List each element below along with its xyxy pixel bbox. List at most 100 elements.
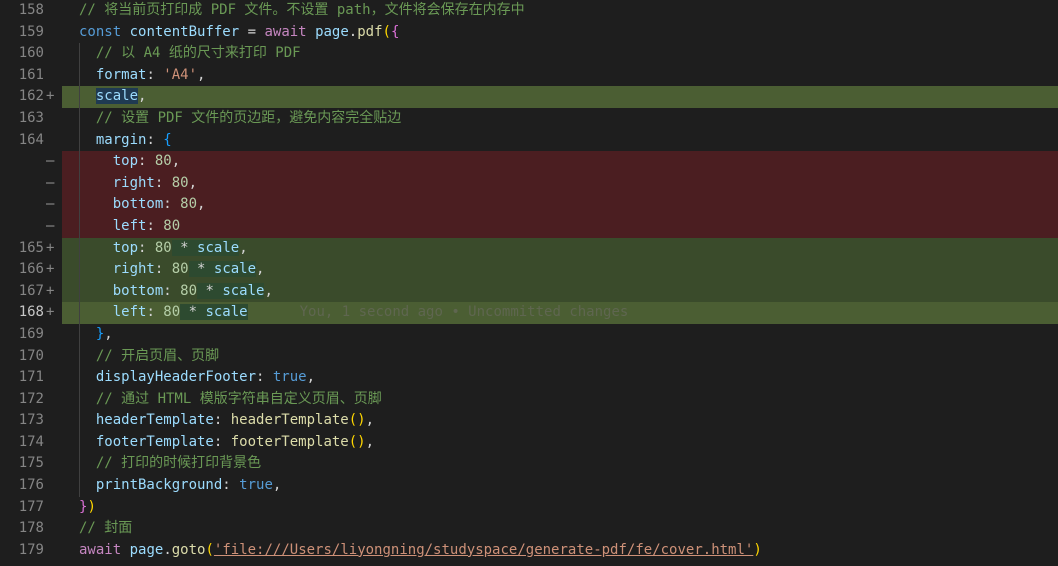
property-key: left	[112, 304, 147, 321]
indent-guide	[79, 215, 80, 238]
code-line[interactable]: 178 // 封面	[0, 518, 1058, 540]
number-value: 80	[180, 196, 198, 213]
code-comment: // 以 A4 纸的尺寸来打印 PDF	[95, 45, 301, 62]
code-line[interactable]: 174 footerTemplate: footerTemplate(),	[0, 431, 1058, 454]
number-value: 80	[163, 304, 181, 321]
code-line-removed[interactable]: — top: 80,	[0, 151, 1058, 173]
property-key: displayHeaderFooter	[95, 369, 257, 386]
code-line[interactable]: 170 // 开启页眉、页脚	[0, 345, 1058, 368]
diff-marker: +	[46, 261, 55, 278]
line-number: 168	[18, 304, 44, 321]
function-name: pdf	[357, 23, 383, 40]
code-line-added[interactable]: 166 + right: 80 * scale,	[0, 259, 1058, 281]
variable: page	[129, 541, 164, 558]
code-line[interactable]: 163 // 设置 PDF 文件的页边距，避免内容完全贴边	[0, 107, 1058, 130]
code-line[interactable]: 158 // 将当前页打印成 PDF 文件。不设置 path，文件将会保存在内存…	[0, 0, 1058, 22]
indent-guide	[79, 280, 80, 303]
keyword: const	[79, 23, 122, 40]
boolean-value: true	[272, 369, 307, 386]
code-line-removed[interactable]: — left: 80	[0, 215, 1058, 238]
code-line[interactable]: 175 // 打印的时候打印背景色	[0, 453, 1058, 476]
number-value: 80	[163, 217, 181, 234]
variable: scale	[197, 239, 240, 256]
code-comment: // 设置 PDF 文件的页边距，避免内容完全贴边	[95, 109, 402, 126]
diff-marker: +	[46, 239, 55, 256]
variable: scale	[213, 261, 257, 278]
property-key: left	[112, 217, 147, 234]
code-line-added[interactable]: 168 + left: 80 * scale You, 1 second ago •…	[0, 302, 1058, 324]
gutter: 176	[0, 475, 62, 497]
gutter: 168 +	[0, 302, 62, 324]
line-number: 176	[18, 477, 44, 494]
number-value: 80	[171, 261, 189, 278]
diff-marker: —	[46, 217, 55, 234]
indent-guide	[79, 367, 80, 389]
indent-guide	[79, 129, 80, 152]
gutter: 171	[0, 367, 62, 389]
code-line-added[interactable]: 165 + top: 80 * scale,	[0, 237, 1058, 260]
indent-guide	[79, 237, 80, 260]
gutter: 175	[0, 453, 62, 476]
line-number: 158	[18, 2, 44, 18]
number-value: 80	[180, 282, 198, 299]
file-url-link[interactable]: 'file:///Users/liyongning/studyspace/gen…	[214, 542, 753, 558]
property-key: top	[112, 239, 139, 256]
gutter: 166 +	[0, 259, 62, 281]
code-line[interactable]: 171 displayHeaderFooter: true,	[0, 367, 1058, 389]
function-name: footerTemplate	[230, 433, 349, 450]
code-editor[interactable]: 158 // 将当前页打印成 PDF 文件。不设置 path，文件将会保存在内存…	[0, 0, 1058, 566]
line-number: 177	[18, 498, 44, 515]
code-line[interactable]: 177 })	[0, 496, 1058, 519]
line-number: 173	[18, 412, 44, 429]
code-comment: // 将当前页打印成 PDF 文件。不设置 path，文件将会保存在内存中	[79, 2, 525, 18]
code-line[interactable]: 172 // 通过 HTML 模版字符串自定义页眉、页脚	[0, 388, 1058, 411]
number-value: 80	[154, 153, 172, 170]
property-key: right	[112, 174, 155, 191]
gutter: 165 +	[0, 237, 62, 260]
code-line[interactable]: 169 },	[0, 323, 1058, 346]
string-value: 'A4'	[163, 66, 198, 83]
line-number: 179	[18, 541, 44, 558]
property-key: scale	[95, 88, 139, 105]
code-line[interactable]: 173 headerTemplate: headerTemplate(),	[0, 410, 1058, 432]
indent-guide	[79, 172, 80, 195]
indent-guide	[79, 43, 80, 65]
code-line-added[interactable]: 162 + scale,	[0, 86, 1058, 108]
code-comment: // 封面	[79, 520, 133, 537]
code-line-removed[interactable]: — bottom: 80,	[0, 194, 1058, 216]
gutter: 163	[0, 107, 62, 130]
indent-guide	[79, 107, 80, 130]
code-line[interactable]: 179 await page.goto('file:///Users/liyon…	[0, 539, 1058, 562]
gutter: 178	[0, 518, 62, 540]
line-number: 174	[18, 433, 44, 450]
code-line[interactable]: 161 format: 'A4',	[0, 64, 1058, 87]
line-number: 169	[18, 325, 44, 342]
indent-guide	[79, 302, 80, 324]
indent-guide	[79, 259, 80, 281]
code-line[interactable]: 164 margin: {	[0, 129, 1058, 152]
diff-marker: +	[46, 282, 55, 299]
variable: scale	[205, 304, 248, 321]
code-line[interactable]: 176 printBackground: true,	[0, 475, 1058, 497]
gutter: 173	[0, 410, 62, 432]
line-number: 167	[18, 282, 44, 299]
code-line[interactable]: 159 const contentBuffer = await page.pdf…	[0, 21, 1058, 44]
line-number: 160	[18, 45, 44, 62]
number-value: 80	[171, 174, 189, 191]
gutter: —	[0, 151, 62, 173]
gutter: 172	[0, 388, 62, 411]
property-key: right	[112, 261, 155, 278]
property-key: footerTemplate	[95, 433, 214, 450]
indent-guide	[79, 410, 80, 432]
code-line-added[interactable]: 167 + bottom: 80 * scale,	[0, 280, 1058, 303]
gutter: 167 +	[0, 280, 62, 303]
indent-guide	[79, 345, 80, 368]
git-blame-annotation: You, 1 second ago • Uncommitted changes	[299, 304, 629, 321]
line-number: 164	[18, 131, 44, 148]
gutter: 161	[0, 64, 62, 87]
line-number: 165	[18, 239, 44, 256]
code-line-removed[interactable]: — right: 80,	[0, 172, 1058, 195]
code-line[interactable]: 160 // 以 A4 纸的尺寸来打印 PDF	[0, 43, 1058, 65]
diff-marker: +	[46, 88, 55, 105]
indent-guide	[79, 475, 80, 497]
